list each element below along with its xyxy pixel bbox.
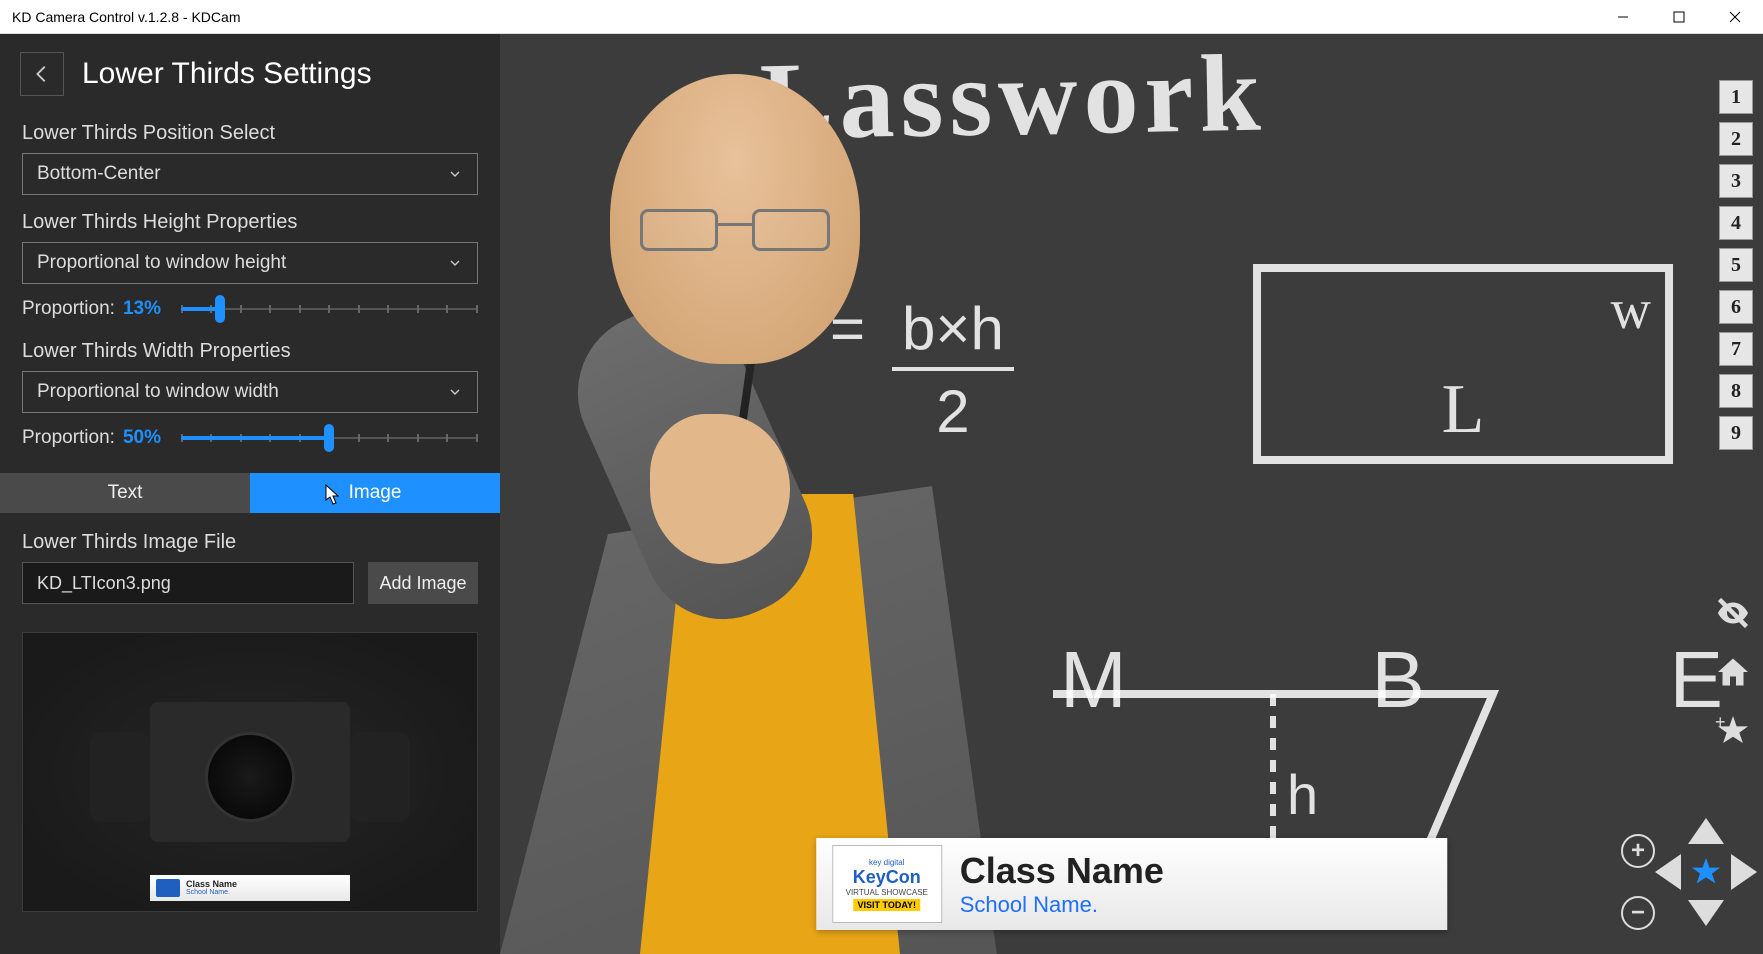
chalk-rectangle: L w	[1253, 264, 1673, 464]
position-select-label: Lower Thirds Position Select	[22, 122, 478, 145]
star-icon	[1689, 855, 1723, 889]
svg-text:h: h	[1287, 763, 1318, 826]
width-proportion-slider[interactable]	[181, 423, 478, 453]
sidebar-title: Lower Thirds Settings	[82, 57, 372, 91]
preset-button-2[interactable]: 2	[1719, 122, 1753, 156]
visibility-off-icon[interactable]	[1715, 595, 1751, 636]
height-properties-dropdown[interactable]: Proportional to window height	[22, 242, 478, 284]
image-file-label: Lower Thirds Image File	[22, 531, 478, 554]
preset-button-1[interactable]: 1	[1719, 80, 1753, 114]
preview-lt-title: Class Name	[186, 880, 237, 889]
add-image-button[interactable]: Add Image	[368, 562, 478, 604]
width-properties-value: Proportional to window width	[37, 381, 279, 403]
height-proportion-value: 13%	[123, 298, 161, 320]
width-properties-label: Lower Thirds Width Properties	[22, 340, 478, 363]
window-controls	[1595, 0, 1763, 34]
tab-image[interactable]: Image	[250, 473, 500, 513]
preset-button-6[interactable]: 6	[1719, 290, 1753, 324]
home-icon[interactable]	[1715, 654, 1751, 695]
height-proportion-label: Proportion:	[22, 298, 115, 320]
pan-down-button[interactable]	[1688, 900, 1724, 926]
chevron-down-icon	[447, 255, 463, 271]
pan-right-button[interactable]	[1731, 854, 1757, 890]
preview-lower-third: Class Name School Name.	[150, 875, 350, 901]
height-properties-label: Lower Thirds Height Properties	[22, 211, 478, 234]
width-proportion-label: Proportion:	[22, 427, 115, 449]
side-icon-group: +	[1715, 595, 1751, 754]
pan-left-button[interactable]	[1655, 854, 1681, 890]
image-file-value: KD_LTIcon3.png	[37, 573, 171, 594]
arrow-left-icon	[31, 63, 53, 85]
chevron-down-icon	[447, 384, 463, 400]
zoom-pan-controls: + −	[1621, 822, 1751, 942]
preset-button-8[interactable]: 8	[1719, 374, 1753, 408]
preview-lt-subtitle: School Name.	[186, 889, 237, 896]
close-button[interactable]	[1707, 0, 1763, 34]
preset-button-4[interactable]: 4	[1719, 206, 1753, 240]
preview-lt-logo-icon	[156, 879, 180, 897]
back-button[interactable]	[20, 52, 64, 96]
zoom-out-button[interactable]: −	[1621, 896, 1655, 930]
height-proportion-slider[interactable]	[181, 294, 478, 324]
width-proportion-value: 50%	[123, 427, 161, 449]
pan-center-button[interactable]	[1688, 854, 1724, 890]
maximize-button[interactable]	[1651, 0, 1707, 34]
camera-preview: Lasswork = b×h 2 L w M B E	[500, 34, 1763, 954]
preset-button-7[interactable]: 7	[1719, 332, 1753, 366]
pan-up-button[interactable]	[1688, 818, 1724, 844]
preset-button-3[interactable]: 3	[1719, 164, 1753, 198]
position-select-dropdown[interactable]: Bottom-Center	[22, 153, 478, 195]
preset-buttons: 1 2 3 4 5 6 7 8 9	[1719, 80, 1753, 450]
lower-third-logo-icon: key digital KeyCon VIRTUAL SHOWCASE VISI…	[832, 845, 942, 923]
glasses-icon	[640, 209, 830, 255]
minimize-button[interactable]	[1595, 0, 1651, 34]
camera-silhouette-icon	[100, 672, 400, 872]
settings-sidebar: Lower Thirds Settings Lower Thirds Posit…	[0, 34, 500, 954]
lower-third-overlay: key digital KeyCon VIRTUAL SHOWCASE VISI…	[816, 838, 1448, 930]
lower-thirds-tabs: Text Image	[0, 473, 500, 513]
zoom-in-button[interactable]: +	[1621, 834, 1655, 868]
preset-button-5[interactable]: 5	[1719, 248, 1753, 282]
svg-text:+: +	[1715, 713, 1726, 732]
position-select-value: Bottom-Center	[37, 163, 161, 185]
image-file-dropdown[interactable]: KD_LTIcon3.png	[22, 562, 354, 604]
window-titlebar: KD Camera Control v.1.2.8 - KDCam	[0, 0, 1763, 34]
lower-third-subtitle: School Name.	[960, 892, 1164, 918]
width-properties-dropdown[interactable]: Proportional to window width	[22, 371, 478, 413]
add-favorite-icon[interactable]: +	[1715, 713, 1751, 754]
chevron-down-icon	[447, 166, 463, 182]
height-properties-value: Proportional to window height	[37, 252, 286, 274]
lower-third-preview: Class Name School Name.	[22, 632, 478, 912]
lower-third-title: Class Name	[960, 850, 1164, 892]
preset-button-9[interactable]: 9	[1719, 416, 1753, 450]
window-title: KD Camera Control v.1.2.8 - KDCam	[12, 9, 240, 25]
pan-dpad	[1661, 822, 1751, 922]
teacher-figure	[500, 34, 1020, 954]
tab-text[interactable]: Text	[0, 473, 250, 513]
